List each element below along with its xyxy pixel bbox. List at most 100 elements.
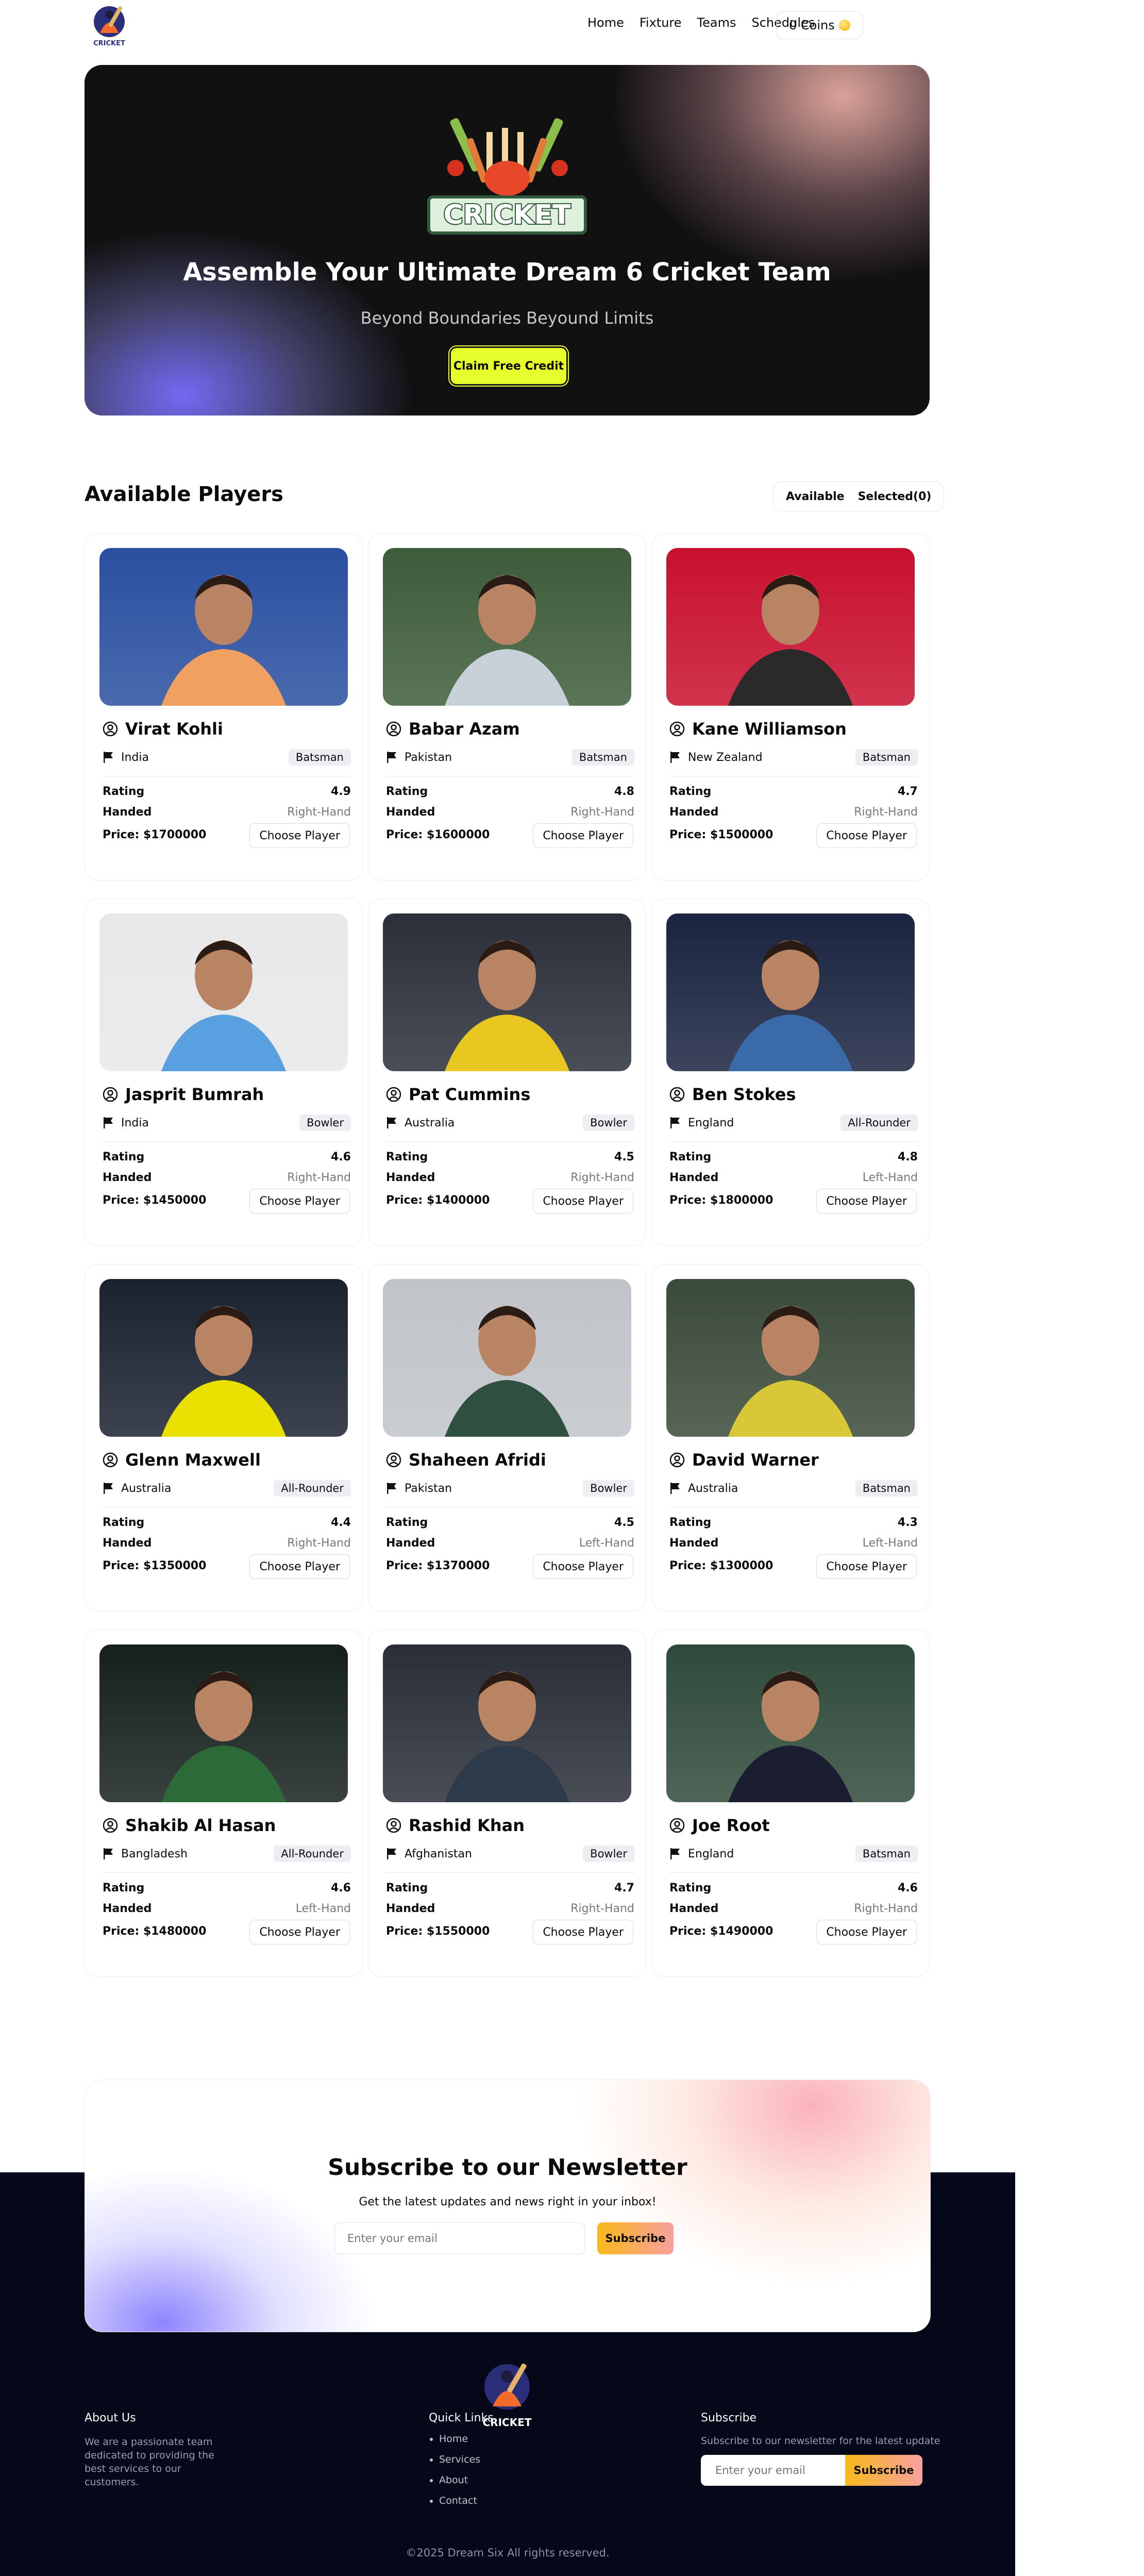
user-icon <box>386 721 401 737</box>
rating-label: Rating <box>669 1882 712 1894</box>
player-name: Shaheen Afridi <box>409 1450 546 1470</box>
choose-player-button[interactable]: Choose Player <box>816 1189 917 1214</box>
flag-icon <box>670 1117 680 1128</box>
rating-row: Rating 4.9 <box>103 785 351 798</box>
price-value: $1500000 <box>710 828 773 841</box>
footer-email-input[interactable] <box>701 2455 845 2486</box>
footer-link-services[interactable]: Services <box>439 2454 480 2474</box>
choose-player-button[interactable]: Choose Player <box>816 1920 917 1945</box>
rating-row: Rating 4.6 <box>669 1882 918 1894</box>
toggle-selected-button[interactable]: Selected(0) <box>858 490 932 503</box>
rating-label: Rating <box>669 1516 712 1529</box>
toggle-available-button[interactable]: Available <box>786 490 845 503</box>
flag-icon <box>104 1848 113 1859</box>
player-country: Bangladesh <box>121 1847 188 1860</box>
player-role-badge: Batsman <box>855 1480 918 1497</box>
handed-value: Right-Hand <box>287 1171 351 1184</box>
rating-label: Rating <box>103 785 145 798</box>
rating-value: 4.6 <box>331 1151 351 1164</box>
claim-free-credit-button[interactable]: Claim Free Credit <box>449 346 568 386</box>
newsletter-subtitle: Get the latest updates and news right in… <box>359 2196 657 2208</box>
price-value: $1800000 <box>710 1194 773 1207</box>
player-name: Shakib Al Hasan <box>125 1816 276 1835</box>
choose-player-button[interactable]: Choose Player <box>533 1189 633 1214</box>
player-price: Price: $1700000 <box>103 828 206 841</box>
user-icon <box>669 721 685 737</box>
player-country: Australia <box>688 1482 738 1495</box>
price-prefix: Price: <box>386 828 427 841</box>
footer-subscribe-text: Subscribe to our newsletter for the late… <box>701 2435 940 2447</box>
card-divider <box>386 1872 634 1873</box>
about-text: We are a passionate team dedicated to pr… <box>85 2436 214 2488</box>
player-name: Joe Root <box>692 1816 770 1835</box>
footer-link-home[interactable]: Home <box>439 2433 480 2454</box>
price-prefix: Price: <box>669 828 710 841</box>
newsletter-email-input[interactable] <box>334 2222 585 2254</box>
price-value: $1600000 <box>426 828 490 841</box>
player-name: Kane Williamson <box>692 719 847 739</box>
player-card: Shaheen Afridi Pakistan Bowler Rating 4.5 Han… <box>368 1264 646 1611</box>
player-photo <box>99 1644 348 1802</box>
hero-subtitle: Beyond Boundaries Beyound Limits <box>360 308 654 328</box>
user-icon <box>386 1452 401 1468</box>
player-name: Virat Kohli <box>125 719 223 739</box>
handed-row: Handed Left-Hand <box>386 1537 634 1550</box>
flag-icon <box>104 752 113 763</box>
player-role-badge: Bowler <box>583 1846 634 1862</box>
handed-row: Handed Right-Hand <box>386 1171 634 1184</box>
rating-row: Rating 4.3 <box>669 1516 918 1529</box>
rating-value: 4.6 <box>331 1882 351 1894</box>
choose-player-button[interactable]: Choose Player <box>249 823 350 848</box>
choose-player-button[interactable]: Choose Player <box>533 1920 633 1945</box>
player-country-row: India Bowler <box>103 1115 351 1131</box>
newsletter-subscribe-button[interactable]: Subscribe <box>597 2222 674 2254</box>
player-photo <box>383 1644 631 1802</box>
player-name-row: Rashid Khan <box>386 1816 525 1835</box>
handed-row: Handed Right-Hand <box>669 1902 918 1915</box>
footer-link-contact[interactable]: Contact <box>439 2495 480 2516</box>
choose-player-button[interactable]: Choose Player <box>533 823 633 848</box>
rating-row: Rating 4.7 <box>386 1882 634 1894</box>
newsletter-card: Subscribe to our Newsletter Get the late… <box>85 2080 931 2332</box>
choose-player-button[interactable]: Choose Player <box>816 823 917 848</box>
copyright: ©2025 Dream Six All rights reserved. <box>406 2547 610 2559</box>
rating-row: Rating 4.4 <box>103 1516 351 1529</box>
rating-label: Rating <box>669 785 712 798</box>
player-name: Ben Stokes <box>692 1085 796 1104</box>
menu-teams[interactable]: Teams <box>697 15 736 30</box>
player-country: India <box>121 751 149 764</box>
svg-text:CRICKET: CRICKET <box>93 40 125 47</box>
choose-player-button[interactable]: Choose Player <box>249 1920 350 1945</box>
choose-player-button[interactable]: Choose Player <box>816 1554 917 1579</box>
menu-fixture[interactable]: Fixture <box>640 15 682 30</box>
handed-label: Handed <box>669 806 719 819</box>
player-role-badge: Batsman <box>571 749 634 766</box>
player-country: Pakistan <box>405 751 452 764</box>
handed-row: Handed Right-Hand <box>103 1537 351 1550</box>
footer-subscribe-button[interactable]: Subscribe <box>845 2455 922 2486</box>
player-role-badge: All-Rounder <box>274 1846 351 1862</box>
player-name-row: Joe Root <box>669 1816 770 1835</box>
flag-icon <box>104 1117 113 1128</box>
cricket-logo[interactable]: CRICKET <box>85 2 134 48</box>
rating-value: 4.8 <box>614 785 634 798</box>
user-icon <box>103 1452 118 1468</box>
choose-player-button[interactable]: Choose Player <box>249 1189 350 1214</box>
footer-link-about[interactable]: About <box>439 2474 480 2495</box>
handed-label: Handed <box>386 1171 435 1184</box>
menu-home[interactable]: Home <box>587 15 624 30</box>
player-name: Babar Azam <box>409 719 520 739</box>
rating-label: Rating <box>669 1151 712 1164</box>
choose-player-button[interactable]: Choose Player <box>533 1554 633 1579</box>
handed-label: Handed <box>103 1171 152 1184</box>
player-price: Price: $1400000 <box>386 1194 490 1207</box>
price-prefix: Price: <box>103 1194 143 1207</box>
rating-row: Rating 4.6 <box>103 1882 351 1894</box>
coins-button[interactable]: 0 Coins <box>776 11 863 39</box>
player-role-badge: Bowler <box>583 1115 634 1131</box>
handed-row: Handed Left-Hand <box>669 1171 918 1184</box>
rating-value: 4.8 <box>898 1151 918 1164</box>
choose-player-button[interactable]: Choose Player <box>249 1554 350 1579</box>
player-card: Virat Kohli India Batsman Rating 4.9 Handed Ri… <box>85 533 363 880</box>
handed-row: Handed Right-Hand <box>103 1171 351 1184</box>
